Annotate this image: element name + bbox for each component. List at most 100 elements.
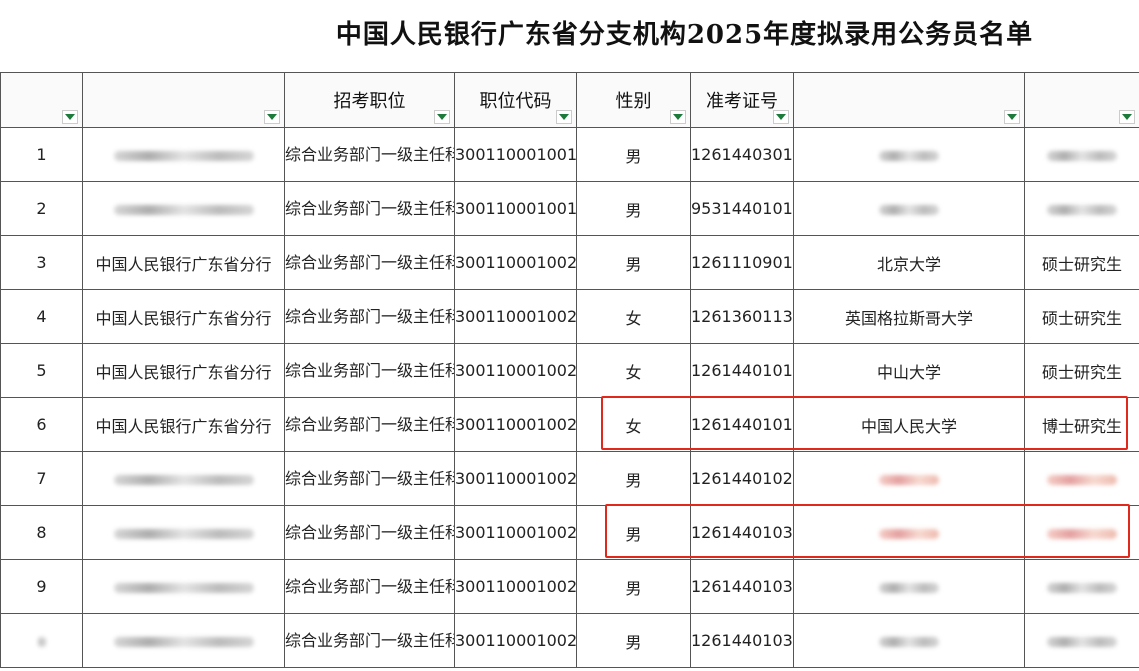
table-row: 1 综合业务部门一级主任科员及以下300110001001男12614403010… xyxy=(0,127,1139,182)
cell-no[interactable]: 2 xyxy=(0,181,83,236)
filter-dropdown-icon[interactable] xyxy=(1004,110,1020,124)
table-row: 4中国人民银行广东省分行综合业务部门一级主任科员及以下300110001002女… xyxy=(0,289,1139,344)
filter-dropdown-icon[interactable] xyxy=(1119,110,1135,124)
cell-exam[interactable]: 126144010313012 xyxy=(690,613,794,668)
filter-dropdown-icon[interactable] xyxy=(556,110,572,124)
filter-dropdown-icon[interactable] xyxy=(670,110,686,124)
cell-no[interactable]: 5 xyxy=(0,343,83,398)
cell-school[interactable]: 英国格拉斯哥大学 xyxy=(793,289,1025,344)
cell-school[interactable] xyxy=(793,127,1025,182)
cell-org[interactable]: 中国人民银行广东省分行 xyxy=(82,235,285,290)
cell-code[interactable]: 300110001001 xyxy=(454,127,577,182)
cell-degree[interactable] xyxy=(1024,559,1139,614)
cell-org[interactable] xyxy=(82,127,285,182)
filter-dropdown-icon[interactable] xyxy=(62,110,78,124)
highlight-box-row-6 xyxy=(601,396,1128,450)
cell-org[interactable] xyxy=(82,451,285,506)
cell-exam[interactable]: 126136011303328 xyxy=(690,289,794,344)
cell-code[interactable]: 300110001002 xyxy=(454,613,577,668)
redacted-text xyxy=(879,582,939,593)
cell-gender[interactable]: 男 xyxy=(576,559,691,614)
cell-degree[interactable] xyxy=(1024,127,1139,182)
cell-org[interactable] xyxy=(82,613,285,668)
cell-position[interactable]: 综合业务部门一级主任科员及以下 xyxy=(284,451,455,506)
cell-exam[interactable]: 126144010202103 xyxy=(690,451,794,506)
candidate-table: 招考职位 职位代码 性别 准考证号 1综合业务部门一级主任科员及以下300110… xyxy=(0,72,1139,668)
cell-degree[interactable] xyxy=(1024,451,1139,506)
col-header-degree xyxy=(1024,72,1139,128)
redacted-text xyxy=(113,582,254,593)
cell-school[interactable] xyxy=(793,451,1025,506)
cell-school[interactable] xyxy=(793,181,1025,236)
cell-school[interactable]: 北京大学 xyxy=(793,235,1025,290)
cell-position[interactable]: 综合业务部门一级主任科员及以下 xyxy=(284,289,455,344)
redacted-text xyxy=(1047,582,1117,593)
cell-org[interactable] xyxy=(82,181,285,236)
cell-degree[interactable] xyxy=(1024,181,1139,236)
cell-degree[interactable] xyxy=(1024,613,1139,668)
cell-exam[interactable]: 126144030101301 xyxy=(690,127,794,182)
cell-position[interactable]: 综合业务部门一级主任科员及以下 xyxy=(284,181,455,236)
cell-org[interactable]: 中国人民银行广东省分行 xyxy=(82,289,285,344)
redacted-text xyxy=(1047,636,1117,647)
redacted-text xyxy=(37,636,46,647)
cell-position[interactable]: 综合业务部门一级主任科员及以下 xyxy=(284,235,455,290)
cell-org[interactable] xyxy=(82,505,285,560)
cell-gender[interactable]: 女 xyxy=(576,289,691,344)
cell-exam[interactable]: 953144010101809 xyxy=(690,181,794,236)
cell-degree[interactable]: 硕士研究生 xyxy=(1024,289,1139,344)
table-row: 综合业务部门一级主任科员及以下300110001002男126144010313… xyxy=(0,613,1139,668)
filter-dropdown-icon[interactable] xyxy=(434,110,450,124)
cell-code[interactable]: 300110001002 xyxy=(454,559,577,614)
cell-gender[interactable]: 男 xyxy=(576,181,691,236)
cell-gender[interactable]: 男 xyxy=(576,451,691,506)
filter-dropdown-icon[interactable] xyxy=(264,110,280,124)
cell-no[interactable]: 9 xyxy=(0,559,83,614)
cell-gender[interactable]: 女 xyxy=(576,343,691,398)
cell-gender[interactable]: 男 xyxy=(576,235,691,290)
cell-no[interactable]: 1 xyxy=(0,127,83,182)
page-title: 中国人民银行广东省分支机构2025年度拟录用公务员名单 xyxy=(335,20,1034,50)
cell-exam[interactable]: 126111090101504 xyxy=(690,235,794,290)
cell-school[interactable]: 中山大学 xyxy=(793,343,1025,398)
cell-code[interactable]: 300110001001 xyxy=(454,181,577,236)
col-header-school xyxy=(793,72,1025,128)
cell-code[interactable]: 300110001002 xyxy=(454,343,577,398)
cell-org[interactable]: 中国人民银行广东省分行 xyxy=(82,397,285,452)
cell-school[interactable] xyxy=(793,613,1025,668)
cell-no[interactable]: 7 xyxy=(0,451,83,506)
cell-gender[interactable]: 男 xyxy=(576,127,691,182)
redacted-text xyxy=(113,150,254,161)
redacted-text xyxy=(113,204,254,215)
redacted-text xyxy=(879,150,939,161)
cell-code[interactable]: 300110001002 xyxy=(454,505,577,560)
cell-position[interactable]: 综合业务部门一级主任科员及以下 xyxy=(284,343,455,398)
cell-school[interactable] xyxy=(793,559,1025,614)
cell-position[interactable]: 综合业务部门一级主任科员及以下 xyxy=(284,127,455,182)
cell-no[interactable]: 3 xyxy=(0,235,83,290)
header-row: 招考职位 职位代码 性别 准考证号 xyxy=(0,72,1139,128)
filter-dropdown-icon[interactable] xyxy=(773,110,789,124)
cell-degree[interactable]: 硕士研究生 xyxy=(1024,343,1139,398)
cell-degree[interactable]: 硕士研究生 xyxy=(1024,235,1139,290)
cell-code[interactable]: 300110001002 xyxy=(454,451,577,506)
highlight-box-row-8 xyxy=(605,504,1130,558)
cell-no[interactable]: 8 xyxy=(0,505,83,560)
cell-position[interactable]: 综合业务部门一级主任科员及以下 xyxy=(284,505,455,560)
cell-org[interactable] xyxy=(82,559,285,614)
cell-code[interactable]: 300110001002 xyxy=(454,397,577,452)
cell-position[interactable]: 综合业务部门一级主任科员及以下 xyxy=(284,559,455,614)
cell-exam[interactable]: 126144010101225 xyxy=(690,343,794,398)
cell-exam[interactable]: 126144010305320 xyxy=(690,559,794,614)
table-row: 9 综合业务部门一级主任科员及以下300110001002男12614401030… xyxy=(0,559,1139,614)
table-row: 7 综合业务部门一级主任科员及以下300110001002男12614401020… xyxy=(0,451,1139,506)
cell-code[interactable]: 300110001002 xyxy=(454,289,577,344)
cell-no[interactable]: 4 xyxy=(0,289,83,344)
cell-gender[interactable]: 男 xyxy=(576,613,691,668)
cell-code[interactable]: 300110001002 xyxy=(454,235,577,290)
cell-no[interactable]: 6 xyxy=(0,397,83,452)
cell-no[interactable] xyxy=(0,613,83,668)
cell-org[interactable]: 中国人民银行广东省分行 xyxy=(82,343,285,398)
cell-position[interactable]: 综合业务部门一级主任科员及以下 xyxy=(284,397,455,452)
cell-position[interactable]: 综合业务部门一级主任科员及以下 xyxy=(284,613,455,668)
